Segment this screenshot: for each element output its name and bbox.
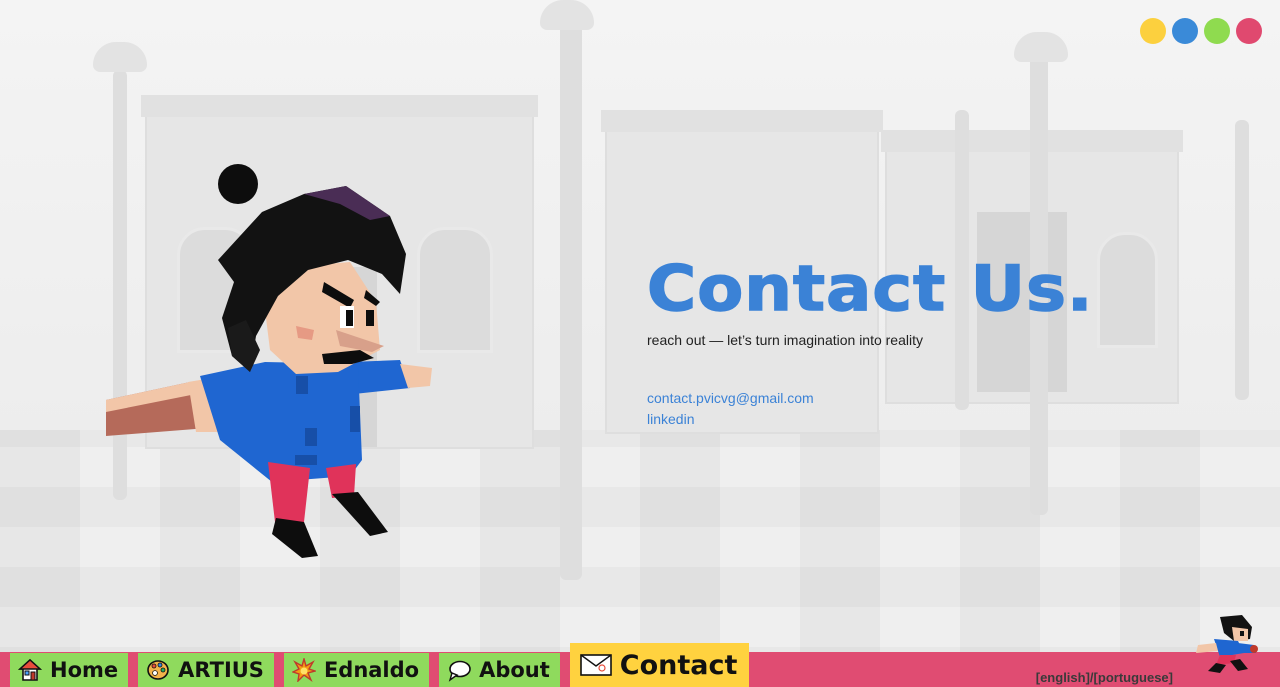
page-subtitle: reach out — let’s turn imagination into … [647, 332, 923, 348]
background-roof [141, 95, 538, 117]
house-icon [18, 658, 42, 682]
nav-tab-about-label: About [479, 658, 550, 682]
email-link[interactable]: contact.pvicvg@gmail.com [647, 388, 1061, 409]
blue-theme-dot[interactable] [1172, 18, 1198, 44]
linkedin-link[interactable]: linkedin [647, 409, 1061, 430]
contact-links: contact.pvicvg@gmail.com linkedin [647, 388, 1061, 430]
language-portuguese-link[interactable]: [portuguese] [1094, 670, 1173, 685]
nav-tab-home-label: Home [50, 658, 119, 682]
nav-tab-artius[interactable]: ARTIUS [138, 653, 274, 687]
nav-tab-artius-label: ARTIUS [178, 658, 264, 682]
background-window [1097, 232, 1158, 348]
background-lamp-post [560, 20, 582, 580]
language-english-link[interactable]: [english] [1036, 670, 1090, 685]
bottom-nav-tabs: Home ARTIUS Ednaldo About Contact [0, 643, 750, 687]
background-lamp [540, 0, 594, 30]
contact-section: Contact Us. reach out — let’s turn imagi… [646, 250, 1093, 430]
language-switcher: [english]/[portuguese] [1036, 670, 1173, 685]
envelope-icon [579, 653, 612, 677]
speech-bubble-icon [447, 658, 471, 682]
running-mascot-icon [1196, 615, 1258, 673]
pink-theme-dot[interactable] [1236, 18, 1262, 44]
yellow-theme-dot[interactable] [1140, 18, 1166, 44]
background-lamp [1014, 32, 1068, 62]
explosion-icon [291, 658, 316, 682]
background-lamp-post [1235, 120, 1249, 400]
nav-tab-ednaldo-label: Ednaldo [323, 658, 420, 682]
nav-tab-ednaldo[interactable]: Ednaldo [283, 653, 430, 687]
background-lamp [93, 42, 147, 72]
page-title: Contact Us. [646, 251, 1094, 326]
theme-color-picker [1140, 18, 1262, 44]
nav-tab-contact[interactable]: Contact [569, 643, 750, 687]
ednaldo-character-illustration [106, 164, 432, 558]
palette-icon [146, 658, 170, 682]
nav-tab-contact-label: Contact [619, 649, 738, 681]
green-theme-dot[interactable] [1204, 18, 1230, 44]
nav-tab-home[interactable]: Home [10, 653, 129, 687]
background-roof [601, 110, 883, 132]
nav-tab-about[interactable]: About [439, 653, 560, 687]
